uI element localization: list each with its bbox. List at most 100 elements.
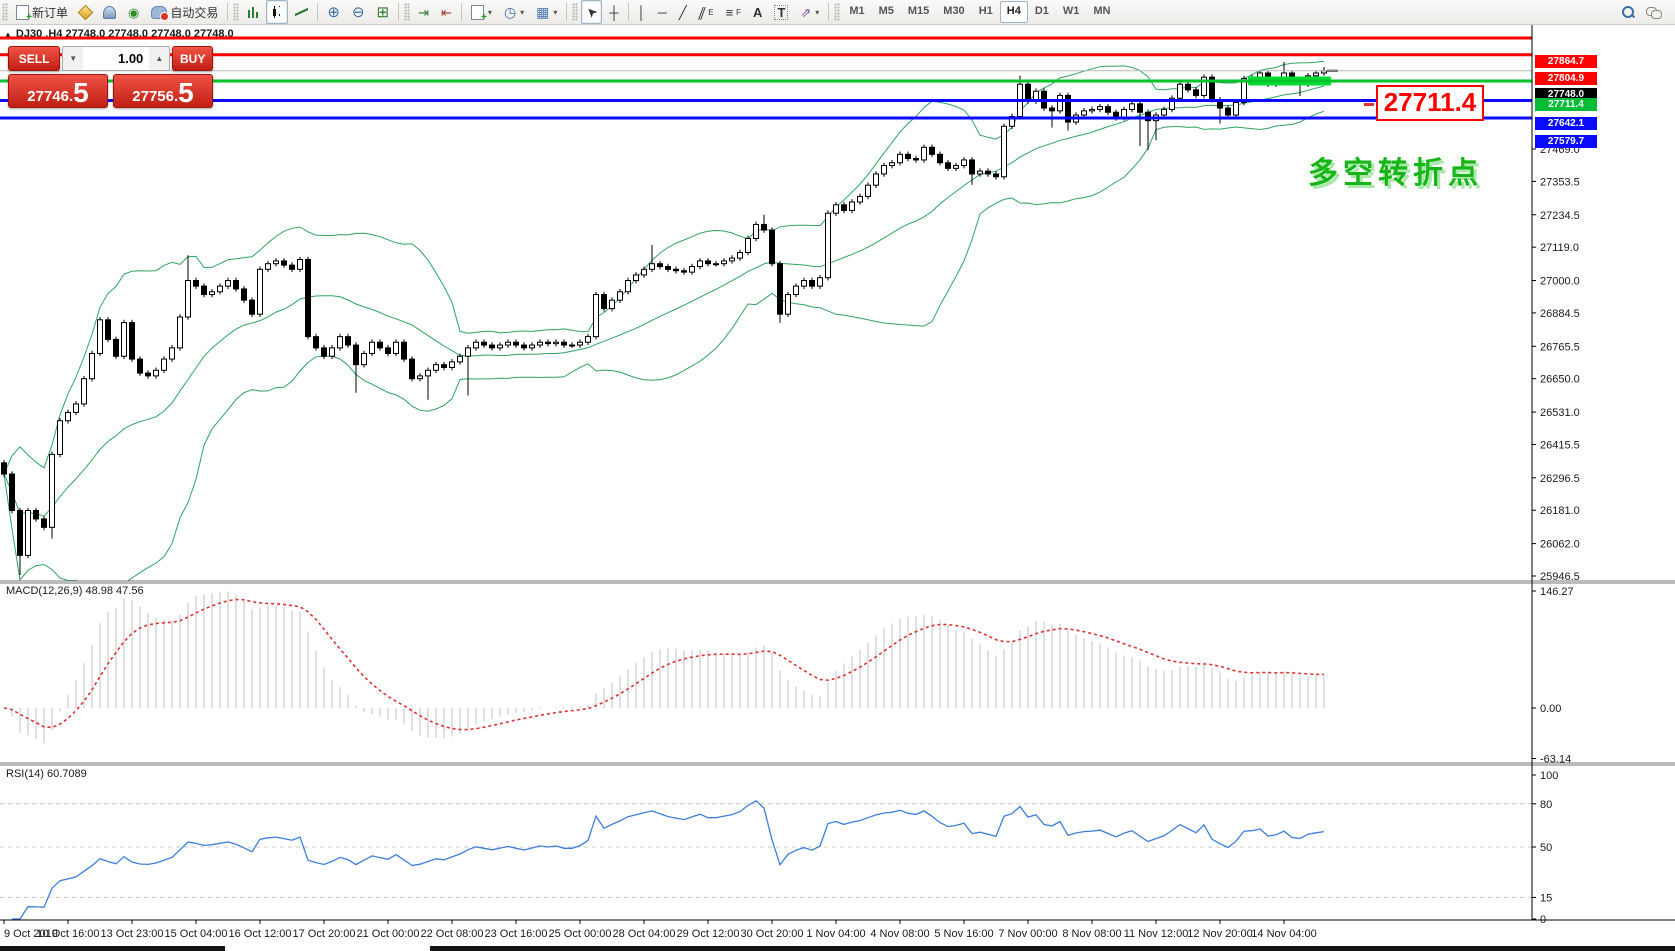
toolbar-grip[interactable]: [572, 3, 579, 21]
new-order-button[interactable]: + 新订单: [11, 0, 73, 24]
candle: [785, 294, 791, 315]
candle: [873, 173, 879, 186]
timeframe-m5-button[interactable]: M5: [872, 1, 901, 23]
axis-tick-label: 27234.5: [1540, 210, 1580, 222]
candle: [569, 344, 575, 347]
market-watch-button[interactable]: [75, 0, 96, 24]
timeframe-mn-button[interactable]: MN: [1086, 1, 1117, 23]
auto-scroll-button[interactable]: ⇥: [413, 0, 434, 24]
candle: [961, 159, 967, 167]
timeframe-d1-button[interactable]: D1: [1028, 1, 1056, 23]
candle: [897, 153, 903, 164]
price-callout[interactable]: 27711.4: [1376, 85, 1484, 121]
candle: [137, 358, 143, 374]
channel-tool-button[interactable]: ∥ E: [694, 0, 719, 24]
candlestick-chart-button[interactable]: [266, 0, 289, 24]
candle: [201, 285, 207, 296]
candle: [193, 280, 199, 287]
timeframe-w1-button[interactable]: W1: [1056, 1, 1087, 23]
macd-signal-line: [3, 598, 1325, 731]
toolbar-grip[interactable]: [2, 3, 8, 21]
vertical-line-tool-button[interactable]: │: [633, 0, 651, 24]
axis-tick-label: 26765.5: [1540, 341, 1580, 353]
search-button[interactable]: [1617, 0, 1639, 24]
candle: [833, 204, 839, 214]
time-tick-label: 30 Oct 20:00: [741, 928, 804, 940]
new-chart-dropdown[interactable]: + ▾: [466, 0, 497, 24]
periods-dropdown[interactable]: ◷ ▾: [499, 0, 529, 24]
time-tick-label: 4 Nov 08:00: [870, 928, 929, 940]
candle: [1313, 72, 1319, 77]
auto-scroll-icon: ⇥: [418, 4, 430, 20]
candle: [585, 336, 591, 343]
candle: [209, 291, 215, 296]
timeframe-m15-button[interactable]: M15: [901, 1, 936, 23]
candle: [473, 341, 479, 349]
candle: [969, 159, 975, 175]
bar-chart-icon: [247, 6, 260, 18]
fibonacci-tool-button[interactable]: ≡ F: [721, 0, 746, 24]
sell-button[interactable]: SELL: [8, 46, 61, 71]
candle: [1025, 83, 1031, 102]
bollinger-lower-band: [3, 110, 1325, 581]
zoom-in-button[interactable]: ⊕: [322, 0, 345, 24]
chat-button[interactable]: [1641, 0, 1666, 24]
autotrading-button[interactable]: 自动交易: [146, 0, 223, 24]
candle: [577, 341, 583, 346]
label-tool-button[interactable]: T: [769, 0, 793, 24]
candle: [161, 358, 167, 371]
timeframe-m30-button[interactable]: M30: [936, 1, 971, 23]
candle: [57, 420, 63, 455]
timeframe-h1-button[interactable]: H1: [972, 1, 1000, 23]
dropdown-arrow-icon: ▾: [815, 7, 820, 17]
zoom-out-button[interactable]: ⊖: [347, 0, 370, 24]
rsi-pane: [0, 799, 1532, 920]
timeframe-h4-button[interactable]: H4: [999, 1, 1028, 23]
candle: [313, 336, 319, 349]
bar-chart-button[interactable]: [242, 0, 264, 24]
candle: [361, 352, 367, 366]
volume-input[interactable]: [83, 47, 150, 70]
candle: [841, 204, 847, 211]
candle: [1057, 94, 1063, 112]
candle: [625, 280, 631, 293]
buy-button[interactable]: BUY: [172, 46, 213, 71]
cursor-tool-button[interactable]: ➤: [581, 0, 603, 24]
candle: [753, 223, 759, 239]
candle: [865, 184, 871, 197]
sell-price-box[interactable]: 27746. 5: [8, 74, 108, 108]
clock-icon: ◷: [503, 3, 517, 20]
accounts-button[interactable]: [98, 0, 121, 24]
trendline-tool-button[interactable]: ╱: [674, 0, 692, 24]
candle: [953, 165, 959, 169]
chart-shift-button[interactable]: ⇤: [436, 0, 457, 24]
arrows-tool-button[interactable]: ⇗ ▾: [795, 0, 824, 24]
time-tick-label: 14 Nov 04:00: [1251, 928, 1316, 940]
time-tick-label: 25 Oct 00:00: [549, 928, 612, 940]
text-tool-button[interactable]: A: [748, 0, 767, 24]
tile-windows-button[interactable]: ⊞: [372, 0, 395, 24]
toolbar-grip[interactable]: [404, 3, 411, 21]
bollinger-upper-band: [3, 60, 1325, 475]
candle: [769, 229, 775, 265]
turning-point-annotation[interactable]: 多空转折点: [1308, 148, 1483, 192]
volume-decrease-button[interactable]: ▼: [63, 47, 84, 70]
candle: [929, 146, 935, 155]
toolbar-grip[interactable]: [233, 3, 240, 21]
templates-dropdown[interactable]: ▦ ▾: [531, 0, 562, 24]
signals-button[interactable]: ◉: [123, 0, 144, 24]
candle: [1193, 89, 1199, 96]
horizontal-line-tool-button[interactable]: ─: [653, 0, 672, 24]
timeframe-m1-button[interactable]: M1: [842, 1, 871, 23]
line-chart-button[interactable]: [290, 0, 313, 24]
axis-tick-label: 80: [1540, 799, 1552, 811]
candle: [249, 299, 255, 315]
buy-price-box[interactable]: 27756. 5: [113, 74, 213, 108]
candle: [601, 294, 607, 310]
toolbar-grip[interactable]: [834, 3, 841, 21]
crosshair-tool-button[interactable]: ┼: [604, 0, 623, 24]
price-tag-27579.7: 27579.7: [1535, 134, 1597, 148]
candle: [289, 264, 295, 270]
candle: [185, 280, 191, 318]
volume-increase-button[interactable]: ▲: [149, 47, 170, 70]
